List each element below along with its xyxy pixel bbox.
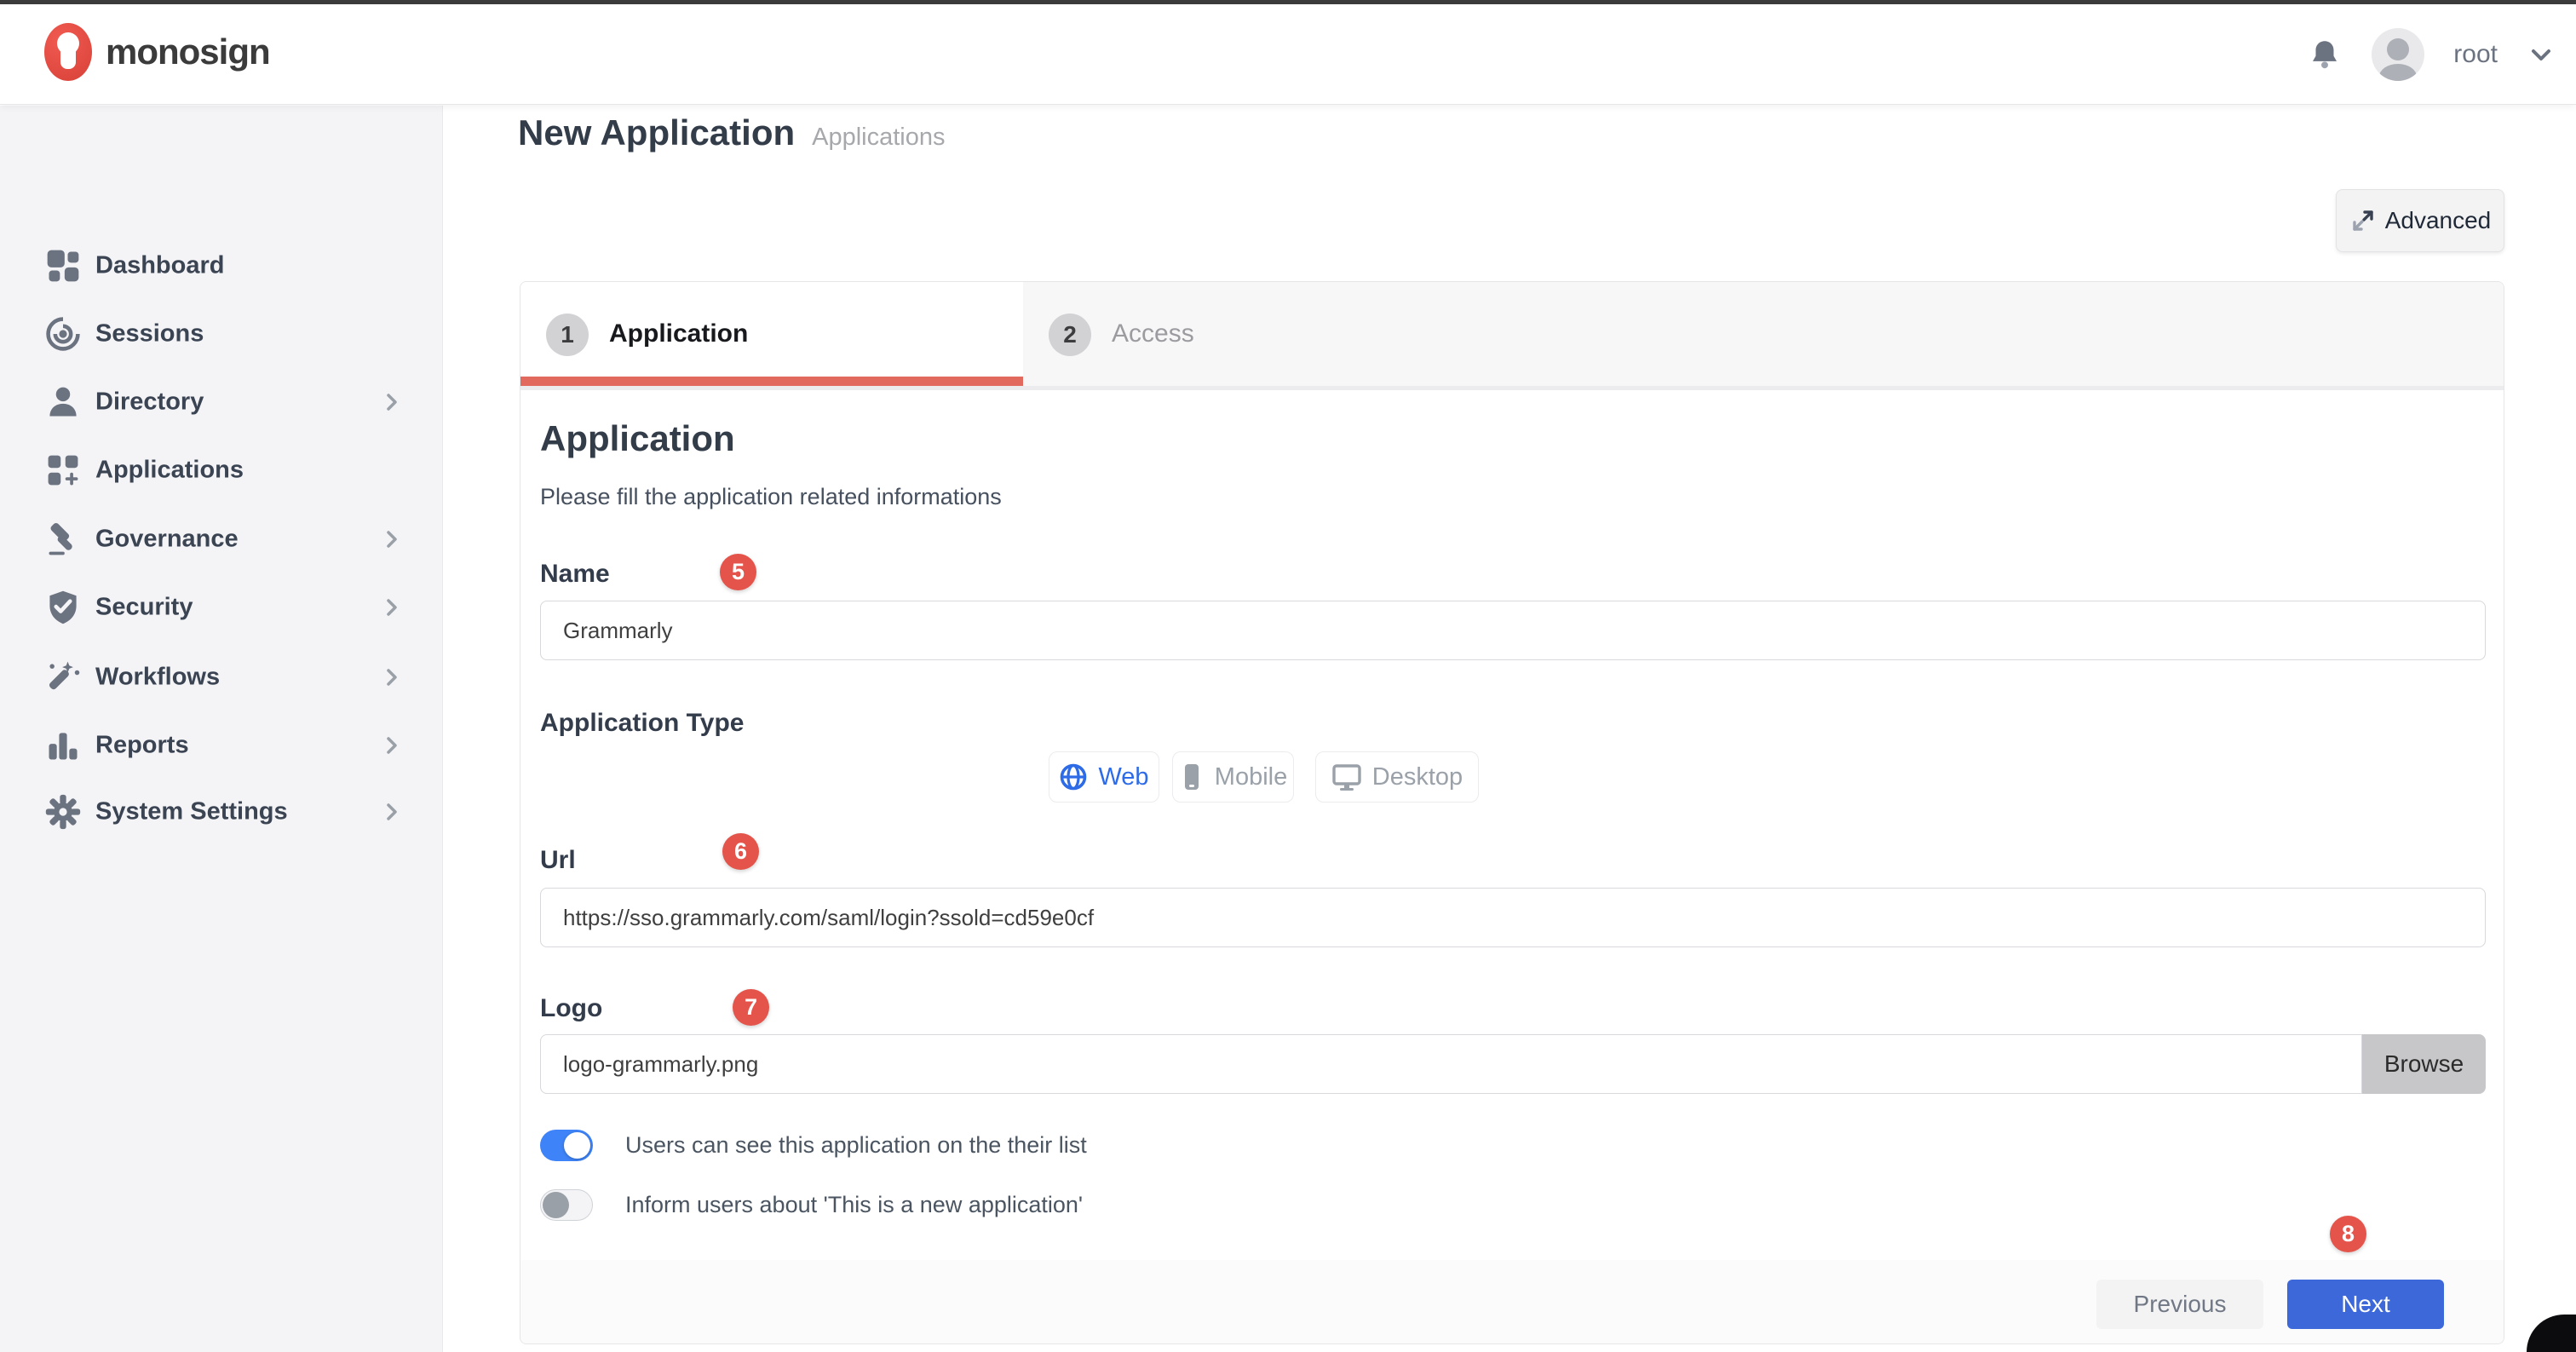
type-option-label: Mobile [1215,763,1287,791]
sidebar-item-workflows[interactable]: Workflows [0,643,443,711]
sidebar-item-system-settings[interactable]: System Settings [0,778,443,846]
chevron-right-icon [380,595,404,619]
notifications-bell-icon[interactable] [2307,37,2343,72]
sidebar-item-directory[interactable]: Directory [0,368,443,436]
sidebar-item-reports[interactable]: Reports [0,711,443,780]
user-menu-chevron-down-icon[interactable] [2527,40,2556,69]
user-name: root [2453,40,2498,69]
previous-button[interactable]: Previous [2096,1280,2263,1329]
chevron-right-icon [380,800,404,824]
desktop-icon [1331,762,1362,791]
brand-name: monosign [106,32,270,72]
chevron-right-icon [380,390,404,414]
step-badge-8: 8 [2330,1216,2366,1252]
sidebar-item-label: Directory [95,388,204,417]
advanced-button[interactable]: Advanced [2336,189,2504,252]
workflows-wand-icon [44,659,82,696]
header-actions: root [2307,4,2556,105]
tab-label: Access [1112,319,1194,348]
name-input[interactable] [540,601,2486,660]
page-title: New Application [518,112,795,153]
new-application-card: 1 Application 2 Access Application Pleas… [520,281,2504,1344]
toggle-label: Users can see this application on the th… [625,1132,1087,1159]
expand-arrows-icon [2349,207,2377,234]
security-shield-icon [44,589,82,626]
section-subheading: Please fill the application related info… [540,484,1002,510]
toggle-label: Inform users about 'This is a new applic… [625,1192,1083,1218]
toggle-row-inform-users: Inform users about 'This is a new applic… [540,1188,1083,1222]
globe-icon [1059,762,1088,791]
reports-bar-chart-icon [44,727,82,764]
next-button[interactable]: Next [2287,1280,2444,1329]
sidebar-item-label: Security [95,594,193,622]
sidebar-item-label: Sessions [95,320,204,348]
sidebar-item-sessions[interactable]: Sessions [0,300,443,368]
sidebar-item-label: Workflows [95,664,220,692]
sidebar-item-label: Applications [95,457,244,485]
active-tab-underline [520,377,1023,386]
name-label: Name [540,560,610,589]
tabstrip-divider [520,386,2504,390]
dashboard-icon [44,247,82,285]
top-header: monosign root [0,4,2576,105]
settings-gear-icon [44,793,82,831]
page-header: New Application Applications [518,112,946,153]
corner-overlay-shape [2527,1315,2576,1352]
sidebar-item-label: System Settings [95,798,288,826]
step-badge-5: 5 [720,554,756,590]
sidebar-nav: Dashboard Sessions Directory [0,106,443,1352]
type-option-label: Desktop [1372,763,1463,791]
url-input[interactable] [540,888,2486,947]
monosign-logo-icon [44,23,92,81]
type-option-label: Web [1098,763,1148,791]
mobile-icon [1179,762,1205,791]
user-avatar[interactable] [2372,28,2424,81]
sidebar-item-label: Governance [95,526,239,554]
visible-to-users-toggle[interactable] [540,1130,593,1161]
browse-button[interactable]: Browse [2362,1034,2486,1094]
inform-users-toggle[interactable] [540,1189,593,1221]
sessions-icon [44,315,82,353]
application-type-label: Application Type [540,709,744,738]
advanced-button-label: Advanced [2385,207,2492,234]
brand-logo[interactable]: monosign [44,23,270,81]
tab-number-badge: 1 [546,314,589,356]
sidebar-item-security[interactable]: Security [0,573,443,641]
step-badge-7: 7 [733,989,769,1026]
tab-access[interactable]: 2 Access [1023,282,2504,386]
applications-icon [44,452,82,489]
step-badge-6: 6 [722,833,759,870]
type-option-desktop[interactable]: Desktop [1315,751,1479,803]
type-option-mobile[interactable]: Mobile [1172,751,1294,803]
chevron-right-icon [380,665,404,689]
section-heading: Application [540,418,735,459]
wizard-tabstrip: 1 Application 2 Access [520,282,2504,386]
sidebar-item-label: Reports [95,732,189,760]
toggle-row-visible-to-users: Users can see this application on the th… [540,1128,1087,1162]
sidebar-item-governance[interactable]: Governance [0,505,443,573]
logo-file-input[interactable] [540,1034,2362,1094]
app-window: monosign root Dashboard [0,0,2576,1352]
tab-number-badge: 2 [1049,314,1091,356]
breadcrumb: Applications [812,124,945,152]
sidebar-item-applications[interactable]: Applications [0,436,443,504]
type-option-web[interactable]: Web [1049,751,1159,803]
directory-icon [44,383,82,421]
chevron-right-icon [380,527,404,551]
sidebar-item-dashboard[interactable]: Dashboard [0,232,443,300]
tab-label: Application [609,319,748,348]
tab-application[interactable]: 1 Application [520,282,1023,386]
governance-gavel-icon [44,521,82,558]
chevron-right-icon [380,734,404,757]
url-label: Url [540,846,576,875]
sidebar-item-label: Dashboard [95,252,224,280]
logo-label: Logo [540,994,602,1023]
